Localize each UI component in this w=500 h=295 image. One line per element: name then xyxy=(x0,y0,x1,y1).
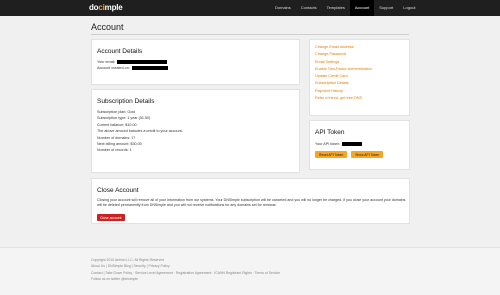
nav-logout[interactable]: Logout xyxy=(398,0,420,16)
logo-text-end: mple xyxy=(104,3,123,12)
redacted-email xyxy=(117,60,168,65)
subscription-details-title: Subscription Details xyxy=(97,98,155,105)
close-account-button[interactable]: Close account xyxy=(97,214,125,221)
link-change-email[interactable]: Change Email Address xyxy=(315,44,372,51)
link-email-settings[interactable]: Email Settings xyxy=(315,59,372,66)
nav-support[interactable]: Support xyxy=(374,0,398,16)
show-api-token-button[interactable]: Show API Token xyxy=(351,151,384,158)
link-subscription-details[interactable]: Subscription Details xyxy=(315,80,372,87)
redacted-created-date xyxy=(131,66,168,71)
link-payment-history[interactable]: Payment History xyxy=(315,88,372,95)
title-divider xyxy=(91,34,409,35)
close-account-title: Close Account xyxy=(97,187,139,194)
footer-links-legal[interactable]: Contact | Take Down Policy · Service Lev… xyxy=(91,270,280,276)
balance-note: The above amount includes a credit to yo… xyxy=(97,129,183,134)
account-details-panel: Account Details Your email: Account crea… xyxy=(91,39,300,85)
main-nav: Domains Contacts Templates Account Suppo… xyxy=(270,0,421,16)
link-two-factor[interactable]: Enable Two-Factor Authentication xyxy=(315,66,372,73)
link-change-password[interactable]: Change Password xyxy=(315,51,372,58)
reset-api-token-button[interactable]: Reset API Token xyxy=(315,151,348,158)
close-account-description: Closing your account will remove all of … xyxy=(97,198,406,208)
footer: Copyright 2010 Aetrion LLC. All Rights R… xyxy=(0,247,500,295)
account-links-panel: Change Email Address Change Password Ema… xyxy=(309,39,410,116)
email-label: Your email: xyxy=(97,60,116,64)
redacted-api-token xyxy=(342,142,363,147)
number-of-records: Number of records: 1 xyxy=(97,148,132,153)
api-token-title: API Token xyxy=(315,129,345,136)
page-title: Account xyxy=(91,22,124,32)
api-token-label: Your API token: xyxy=(315,142,341,146)
created-label: Account created on: xyxy=(97,66,130,71)
nav-contacts[interactable]: Contacts xyxy=(296,0,322,16)
close-account-panel: Close Account Closing your account will … xyxy=(91,178,410,224)
api-token-row: Your API token: xyxy=(315,142,363,147)
nav-templates[interactable]: Templates xyxy=(322,0,350,16)
account-details-title: Account Details xyxy=(97,48,143,55)
nav-account[interactable]: Account xyxy=(349,0,375,16)
created-row: Account created on: xyxy=(97,65,168,71)
link-refer-friend[interactable]: Refer a friend, get free DNS xyxy=(315,95,372,102)
subscription-details-panel: Subscription Details Subscription plan: … xyxy=(91,89,300,173)
top-navigation-bar: docimple Domains Contacts Templates Acco… xyxy=(0,0,500,16)
api-token-panel: API Token Your API token: Reset API Toke… xyxy=(309,120,410,170)
footer-twitter[interactable]: Follow us on twitter @dnsimple xyxy=(91,276,280,282)
link-update-credit-card[interactable]: Update Credit Card xyxy=(315,73,372,80)
nav-domains[interactable]: Domains xyxy=(270,0,296,16)
logo[interactable]: docimple xyxy=(89,3,123,12)
logo-text-start: do xyxy=(89,3,99,12)
